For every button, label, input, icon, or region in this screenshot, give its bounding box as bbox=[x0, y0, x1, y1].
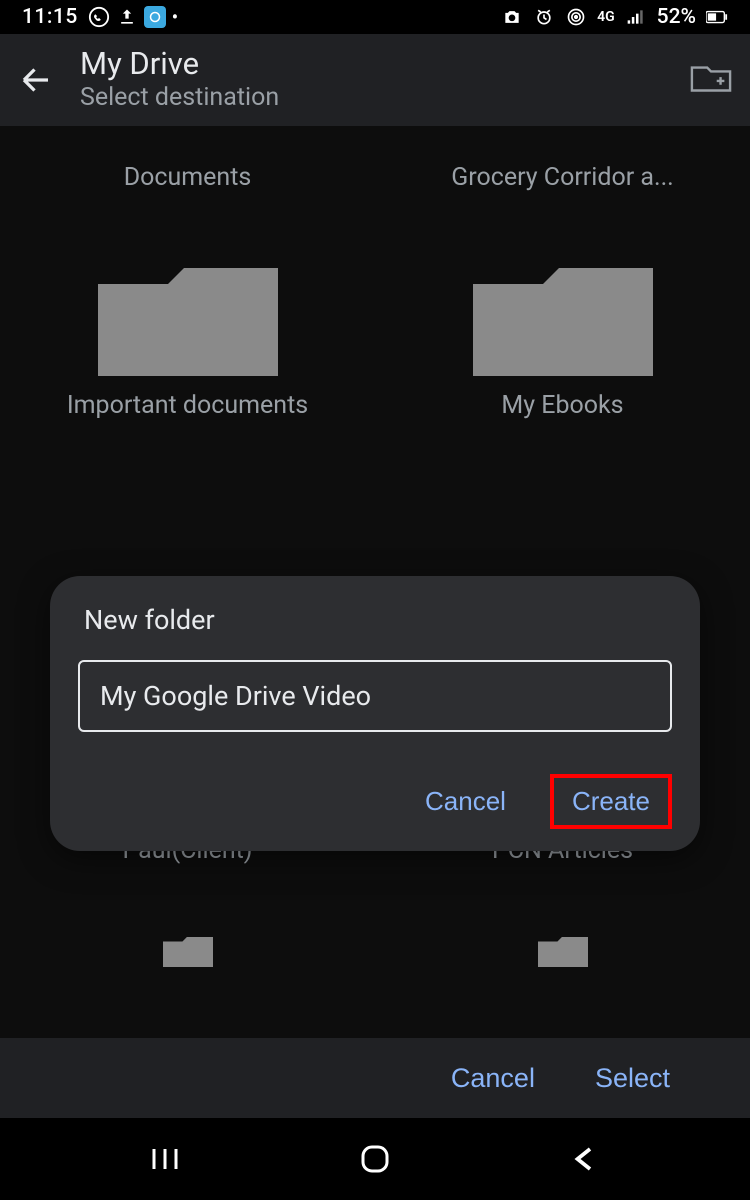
system-nav-bar bbox=[0, 1118, 750, 1200]
battery-icon bbox=[706, 6, 728, 28]
status-bar: 11:15 • 4G 52% bbox=[0, 0, 750, 34]
folder-item[interactable]: Documents bbox=[0, 148, 375, 215]
folder-item[interactable] bbox=[0, 927, 375, 987]
app-header: My Drive Select destination bbox=[0, 34, 750, 126]
folder-icon bbox=[473, 937, 653, 967]
content-area: Documents Grocery Corridor a... Importan… bbox=[0, 126, 750, 1038]
bottom-action-bar: Cancel Select bbox=[0, 1038, 750, 1118]
folder-item[interactable] bbox=[375, 927, 750, 987]
home-button[interactable] bbox=[345, 1139, 405, 1179]
folder-icon bbox=[98, 937, 278, 967]
more-indicator-icon: • bbox=[172, 7, 178, 28]
create-button[interactable]: Create bbox=[572, 786, 650, 817]
cancel-button[interactable]: Cancel bbox=[409, 776, 522, 827]
whatsapp-icon bbox=[88, 6, 110, 28]
back-button[interactable] bbox=[18, 62, 54, 98]
recents-button[interactable] bbox=[135, 1139, 195, 1179]
folder-label: Documents bbox=[124, 162, 252, 195]
camera-icon bbox=[501, 6, 523, 28]
status-time: 11:15 bbox=[22, 5, 78, 29]
nav-back-button[interactable] bbox=[555, 1139, 615, 1179]
folder-name-input[interactable] bbox=[78, 660, 672, 732]
hotspot-icon bbox=[565, 6, 587, 28]
folder-label: Grocery Corridor a... bbox=[451, 162, 674, 195]
folder-item[interactable]: Grocery Corridor a... bbox=[375, 148, 750, 215]
folder-icon bbox=[98, 268, 278, 376]
folder-item[interactable]: My Ebooks bbox=[375, 258, 750, 443]
create-button-highlight: Create bbox=[550, 774, 672, 829]
new-folder-dialog: New folder Cancel Create bbox=[50, 576, 700, 851]
bottom-select-button[interactable]: Select bbox=[595, 1063, 670, 1094]
app-icon bbox=[144, 6, 166, 28]
alarm-icon bbox=[533, 6, 555, 28]
folder-label: My Ebooks bbox=[501, 390, 623, 423]
folder-item[interactable]: Important documents bbox=[0, 258, 375, 443]
bottom-cancel-button[interactable]: Cancel bbox=[451, 1063, 535, 1094]
signal-icon bbox=[625, 6, 647, 28]
dialog-title: New folder bbox=[84, 604, 672, 636]
battery-percent: 52% bbox=[657, 5, 696, 29]
network-type: 4G bbox=[597, 9, 615, 25]
upload-icon bbox=[116, 6, 138, 28]
new-folder-button[interactable] bbox=[690, 65, 732, 95]
page-title: My Drive bbox=[80, 45, 664, 82]
page-subtitle: Select destination bbox=[80, 82, 664, 115]
folder-label: Important documents bbox=[67, 390, 308, 423]
folder-icon bbox=[473, 268, 653, 376]
